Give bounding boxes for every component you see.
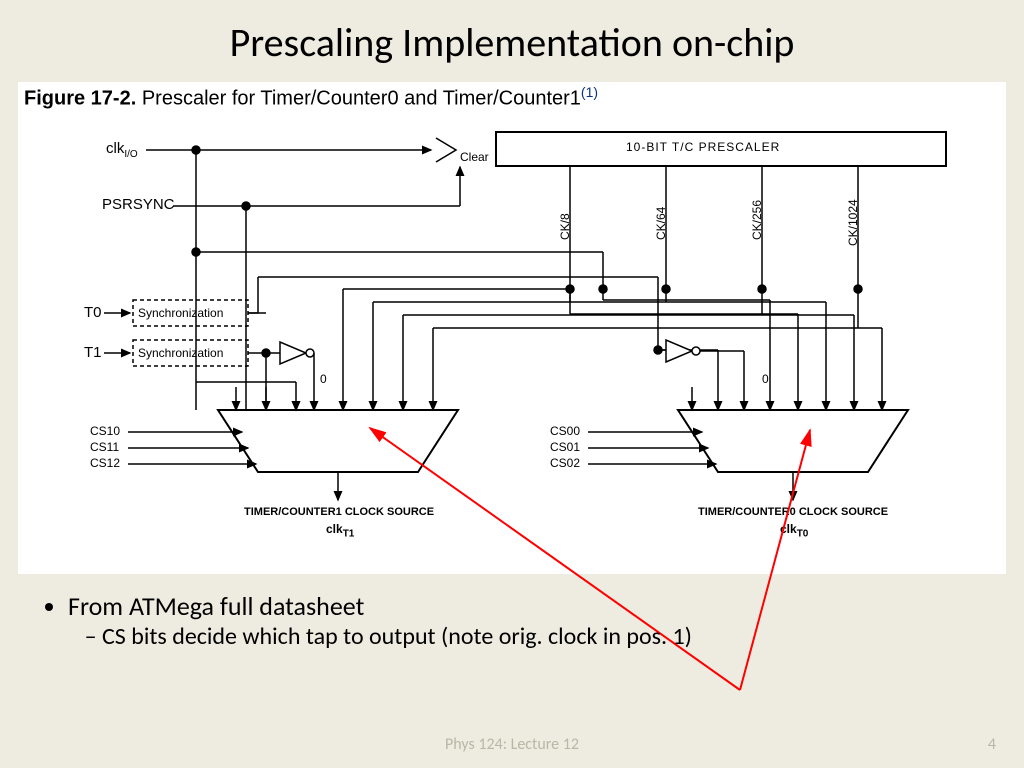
zero-right: 0 xyxy=(762,372,769,386)
t1-label: T1 xyxy=(84,344,102,361)
bullet-1a: CS bits decide which tap to output (note… xyxy=(102,622,692,651)
cs10-label: CS10 xyxy=(90,424,120,438)
diagram-svg xyxy=(18,82,1006,574)
clkio-label: clkI/O xyxy=(106,140,138,160)
clkt1-label: clkT1 xyxy=(326,522,354,539)
clkt0-label: clkT0 xyxy=(780,522,808,539)
sync1-label: Synchronization xyxy=(138,346,223,360)
out1-label: TIMER/COUNTER1 CLOCK SOURCE xyxy=(244,506,434,518)
cs12-label: CS12 xyxy=(90,456,120,470)
cs02-label: CS02 xyxy=(550,456,580,470)
zero-left: 0 xyxy=(320,372,327,386)
psrsync-label: PSRSYNC xyxy=(102,196,175,213)
t0-label: T0 xyxy=(84,304,102,321)
tap-ck64: CK/64 xyxy=(654,207,668,240)
sync0-label: Synchronization xyxy=(138,306,223,320)
cs11-label: CS11 xyxy=(90,440,119,454)
clear-label: Clear xyxy=(460,150,489,164)
tap-ck256: CK/256 xyxy=(750,200,764,240)
bullet-list: From ATMega full datasheet CS bits decid… xyxy=(46,590,692,657)
footer-center: Phys 124: Lecture 12 xyxy=(0,735,1024,754)
slide-title: Prescaling Implementation on-chip xyxy=(0,0,1024,67)
tap-ck1024: CK/1024 xyxy=(846,199,860,246)
out0-label: TIMER/COUNTER0 CLOCK SOURCE xyxy=(698,506,888,518)
cs01-label: CS01 xyxy=(550,440,580,454)
prescaler-label: 10-BIT T/C PRESCALER xyxy=(626,140,780,154)
page-number: 4 xyxy=(988,735,996,754)
figure-area: Figure 17-2. Prescaler for Timer/Counter… xyxy=(18,82,1006,574)
cs00-label: CS00 xyxy=(550,424,580,438)
bullet-1: From ATMega full datasheet CS bits decid… xyxy=(68,590,692,651)
tap-ck8: CK/8 xyxy=(558,213,572,240)
